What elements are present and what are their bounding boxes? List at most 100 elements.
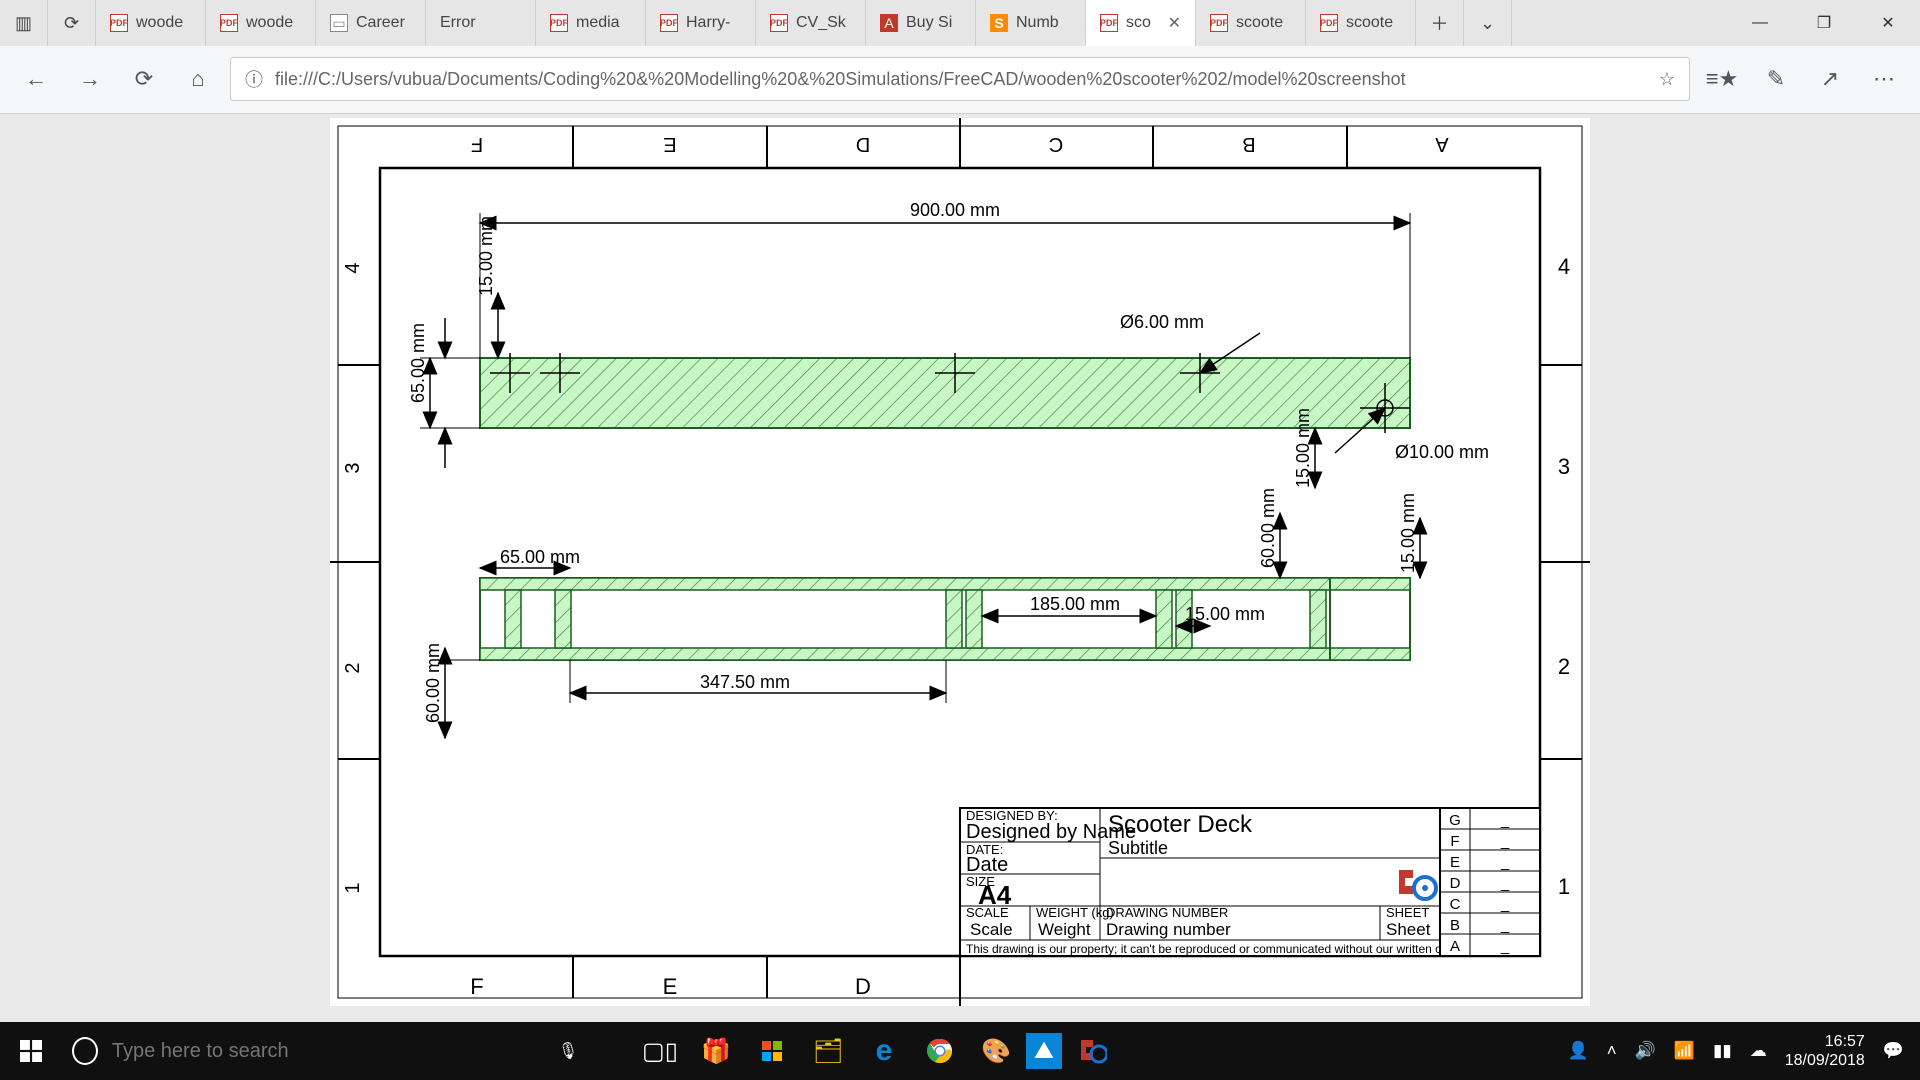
top-view: 900.00 mm 15.00 mm 65.00 mm Ø6.00 mm Ø10… <box>408 200 1489 488</box>
svg-text:Ø10.00 mm: Ø10.00 mm <box>1395 442 1489 462</box>
window-minimize-button[interactable]: ― <box>1728 0 1792 46</box>
svg-text:15.00 mm: 15.00 mm <box>476 216 496 296</box>
reading-list-icon[interactable]: ≡★ <box>1700 57 1744 101</box>
svg-text:60.00 mm: 60.00 mm <box>423 643 443 723</box>
close-icon[interactable]: ✕ <box>1168 13 1181 33</box>
section-view: 60.00 mm 15.00 mm 65.00 mm 347.50 mm 185… <box>423 488 1420 738</box>
app-file-explorer-icon[interactable]: 🗂 <box>802 1025 854 1077</box>
app-gift-icon[interactable]: 🎁 <box>690 1025 742 1077</box>
svg-text:_: _ <box>1500 812 1510 829</box>
nav-refresh-button[interactable]: ⟳ <box>122 57 166 101</box>
tab-actions-icon[interactable]: ▥ <box>0 0 48 46</box>
app-edge-icon[interactable]: e <box>858 1025 910 1077</box>
svg-text:1: 1 <box>1558 874 1570 899</box>
drawing-sheet: F E D C B A F E D <box>330 118 1590 1006</box>
nav-back-button[interactable]: ← <box>14 57 58 101</box>
taskbar-apps: ▢▯ 🎁 🗂 e 🎨 ⛰ <box>634 1025 1118 1077</box>
people-icon[interactable]: 👤 <box>1568 1041 1589 1061</box>
browser-chrome: ▥ ⟳ PDFwoode PDFwoode ▭Career Error PDFm… <box>0 0 1920 114</box>
app-freecad-icon[interactable] <box>1066 1025 1118 1077</box>
svg-text:_: _ <box>1500 833 1510 850</box>
tab-label: CV_Sk <box>796 14 846 32</box>
svg-text:15.00 mm: 15.00 mm <box>1293 408 1313 488</box>
svg-text:SCALE: SCALE <box>966 905 1009 920</box>
taskbar-search[interactable] <box>62 1025 542 1077</box>
window-restore-button[interactable]: ❐ <box>1792 0 1856 46</box>
tab-label: Buy Si <box>906 14 952 32</box>
tab-label: scoote <box>1236 14 1283 32</box>
tab-label: sco <box>1126 14 1151 32</box>
svg-text:65.00 mm: 65.00 mm <box>500 547 580 567</box>
tab-sco-active[interactable]: PDFsco✕ <box>1086 0 1196 46</box>
onedrive-icon[interactable]: ☁ <box>1750 1041 1767 1061</box>
volume-icon[interactable]: 🔊 <box>1635 1041 1656 1061</box>
tab-numb[interactable]: SNumb <box>976 0 1086 46</box>
url-input[interactable]: ⓘ file:///C:/Users/vubua/Documents/Codin… <box>230 57 1690 101</box>
mic-icon[interactable]: 🎙 <box>542 1041 594 1061</box>
svg-text:A: A <box>1435 133 1449 155</box>
wifi-icon[interactable]: 📶 <box>1674 1041 1695 1061</box>
windows-taskbar: 🎙 ▢▯ 🎁 🗂 e 🎨 ⛰ 👤 ˄ 🔊 📶 ▮▮ ☁ 16:57 18/09/… <box>0 1022 1920 1080</box>
new-tab-button[interactable]: ＋ <box>1416 0 1464 46</box>
tab-woode-2[interactable]: PDFwoode <box>206 0 316 46</box>
favorite-star-icon[interactable]: ☆ <box>1659 69 1675 90</box>
svg-text:WEIGHT (kg): WEIGHT (kg) <box>1036 905 1114 920</box>
freecad-logo-icon <box>1395 866 1436 902</box>
app-photos-icon[interactable]: ⛰ <box>1026 1033 1062 1069</box>
site-info-icon[interactable]: ⓘ <box>245 66 263 92</box>
svg-text:Sheet: Sheet <box>1386 920 1431 939</box>
system-tray: 👤 ˄ 🔊 📶 ▮▮ ☁ 16:57 18/09/2018 💬 <box>1568 1032 1920 1070</box>
title-block: DESIGNED BY: Designed by Name DATE: Date… <box>960 808 1540 956</box>
svg-text:B: B <box>1242 133 1255 155</box>
tab-overflow-button[interactable]: ⌄ <box>1464 0 1512 46</box>
svg-text:65.00 mm: 65.00 mm <box>408 323 428 403</box>
svg-text:15.00 mm: 15.00 mm <box>1398 493 1418 573</box>
task-view-icon[interactable]: ▢▯ <box>634 1025 686 1077</box>
svg-text:C: C <box>1049 133 1063 155</box>
tray-chevron-icon[interactable]: ˄ <box>1607 1041 1617 1061</box>
annotate-icon[interactable]: ✎ <box>1754 57 1798 101</box>
revision-table: G_ F_ E_ D_ C_ B_ A_ <box>1440 808 1540 956</box>
taskbar-clock[interactable]: 16:57 18/09/2018 <box>1785 1032 1865 1070</box>
svg-text:_: _ <box>1500 854 1510 871</box>
tab-scoote-2[interactable]: PDFscoote <box>1306 0 1416 46</box>
nav-home-button[interactable]: ⌂ <box>176 57 220 101</box>
svg-text:Ø6.00 mm: Ø6.00 mm <box>1120 312 1204 332</box>
svg-text:185.00 mm: 185.00 mm <box>1030 594 1120 614</box>
nav-forward-button[interactable]: → <box>68 57 112 101</box>
tab-scoote-1[interactable]: PDFscoote <box>1196 0 1306 46</box>
tab-media[interactable]: PDFmedia <box>536 0 646 46</box>
share-icon[interactable]: ↗ <box>1808 57 1852 101</box>
window-close-button[interactable]: ✕ <box>1856 0 1920 46</box>
app-chrome-icon[interactable] <box>914 1025 966 1077</box>
app-paint-icon[interactable]: 🎨 <box>970 1025 1022 1077</box>
svg-text:D: D <box>1450 875 1461 892</box>
set-aside-icon[interactable]: ⟳ <box>48 0 96 46</box>
tab-woode-1[interactable]: PDFwoode <box>96 0 206 46</box>
tab-buysi[interactable]: ABuy Si <box>866 0 976 46</box>
svg-text:DRAWING NUMBER: DRAWING NUMBER <box>1106 905 1228 920</box>
tab-career[interactable]: ▭Career <box>316 0 426 46</box>
tab-label: Error <box>440 14 476 32</box>
svg-text:E: E <box>663 133 676 155</box>
svg-text:Scale: Scale <box>970 920 1013 939</box>
tab-label: woode <box>246 14 293 32</box>
tab-cvsk[interactable]: PDFCV_Sk <box>756 0 866 46</box>
more-icon[interactable]: ⋯ <box>1862 57 1906 101</box>
start-button[interactable] <box>0 1040 62 1062</box>
svg-text:60.00 mm: 60.00 mm <box>1258 488 1278 568</box>
pdf-viewport[interactable]: F E D C B A F E D <box>0 114 1920 1022</box>
svg-text:3: 3 <box>342 462 364 473</box>
svg-text:B: B <box>1450 917 1460 934</box>
technical-drawing: F E D C B A F E D <box>330 118 1590 1006</box>
tab-label: Career <box>356 14 405 32</box>
action-center-icon[interactable]: 💬 <box>1883 1041 1904 1061</box>
battery-icon[interactable]: ▮▮ <box>1713 1041 1732 1061</box>
search-input[interactable] <box>112 1040 522 1063</box>
tab-label: woode <box>136 14 183 32</box>
svg-text:F: F <box>470 974 483 999</box>
tabstrip: ▥ ⟳ PDFwoode PDFwoode ▭Career Error PDFm… <box>0 0 1920 46</box>
tab-harry[interactable]: PDFHarry- <box>646 0 756 46</box>
tab-error[interactable]: Error <box>426 0 536 46</box>
app-store-icon[interactable] <box>746 1025 798 1077</box>
